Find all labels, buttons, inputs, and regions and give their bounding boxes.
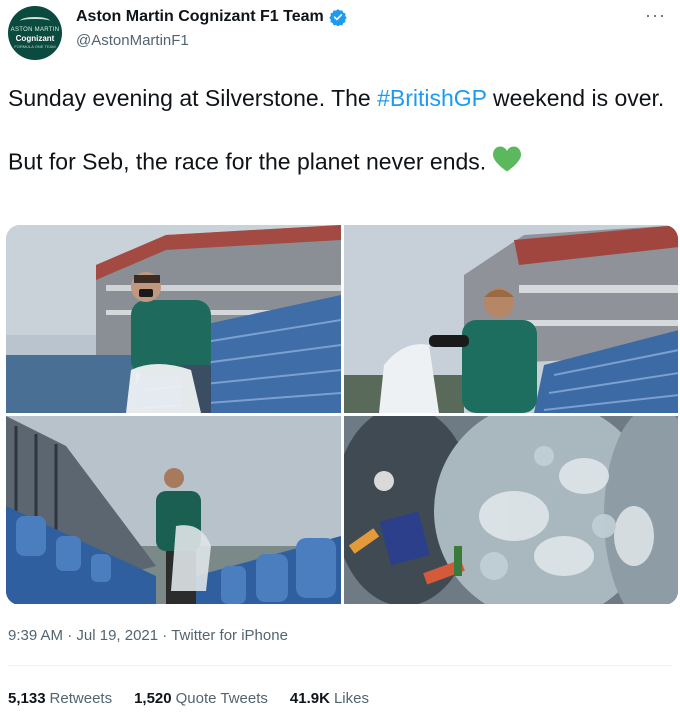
likes-stat[interactable]: 41.9K Likes [290,690,369,707]
avatar-sponsor-text: Cognizant [15,33,55,43]
tweet-text: Sunday evening at Silverstone. The #Brit… [8,82,668,182]
tweet-source[interactable]: Twitter for iPhone [171,627,288,644]
tweet-text-line2: But for Seb, the race for the planet nev… [8,148,487,175]
likes-count: 41.9K [289,690,330,707]
retweets-stat[interactable]: 5,133 Retweets [8,690,112,707]
quote-tweets-count: 1,520 [134,690,172,707]
tweet-card: ASTON MARTIN Cognizant FORMULA ONE TEAM … [0,0,680,715]
avatar-sub-text: FORMULA ONE TEAM [14,43,56,49]
avatar[interactable]: ASTON MARTIN Cognizant FORMULA ONE TEAM [8,6,62,60]
quote-tweets-stat[interactable]: 1,520 Quote Tweets [134,690,268,707]
tweet-text-suffix: weekend is over. [486,85,665,111]
photo-bags-of-plastic-waste[interactable] [344,416,678,604]
more-options-icon[interactable]: ··· [645,6,666,24]
author-handle[interactable]: @AstonMartinF1 [76,32,189,49]
tweet-time[interactable]: 9:39 AM [8,627,63,644]
hashtag-link[interactable]: #BritishGP [377,85,487,111]
retweets-label: Retweets [49,690,113,707]
photo-seb-back-view-grandstand[interactable] [344,225,678,413]
tweet-paragraph-2: But for Seb, the race for the planet nev… [8,145,668,182]
photo-seb-collecting-litter-stands[interactable] [6,225,341,413]
likes-label: Likes [333,690,369,707]
avatar-brand-text: ASTON MARTIN [10,26,60,33]
author-name-row: Aston Martin Cognizant F1 Team [76,8,347,27]
author-display-name[interactable]: Aston Martin Cognizant F1 Team [76,8,324,26]
meta-separator: · [63,627,77,644]
photo-grid [6,225,678,605]
tweet-text-prefix: Sunday evening at Silverstone. The [8,85,378,111]
tweet-date[interactable]: Jul 19, 2021 [76,627,158,644]
tweet-meta: 9:39 AM · Jul 19, 2021 · Twitter for iPh… [8,627,288,644]
divider [8,665,672,666]
photo-seb-between-seat-rows[interactable] [6,416,341,604]
tweet-paragraph-1: Sunday evening at Silverstone. The #Brit… [8,82,668,115]
green-heart-icon [492,145,522,182]
retweets-count: 5,133 [8,690,46,707]
verified-badge-icon [329,8,347,27]
meta-separator: · [158,627,172,644]
aston-martin-wings-logo [20,16,50,25]
quote-tweets-label: Quote Tweets [175,690,268,707]
engagement-stats: 5,133 Retweets 1,520 Quote Tweets 41.9K Lik… [8,690,369,707]
